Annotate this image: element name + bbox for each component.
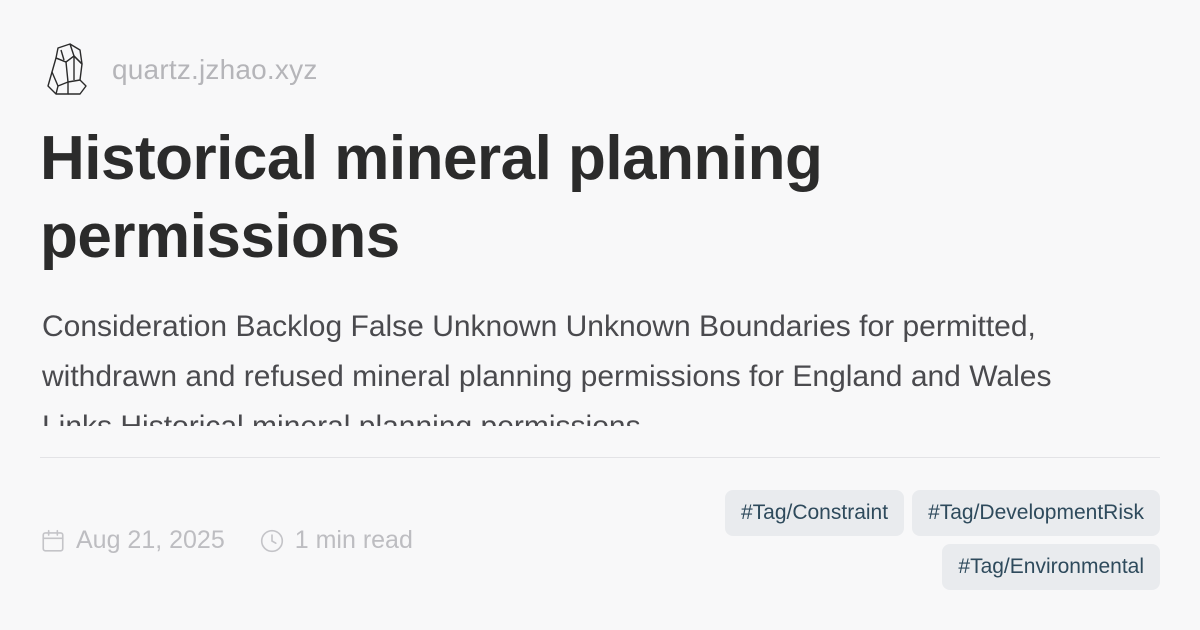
page-title: Historical mineral planning permissions xyxy=(40,124,823,271)
reading-time: 1 min read xyxy=(294,526,413,554)
reading-time-meta: 1 min read xyxy=(259,526,413,555)
tag-list: #Tag/Constraint #Tag/DevelopmentRisk #Ta… xyxy=(640,490,1160,590)
site-header: quartz.jzhao.xyz xyxy=(44,40,318,100)
publish-date: Aug 21, 2025 xyxy=(76,526,225,554)
site-name[interactable]: quartz.jzhao.xyz xyxy=(112,54,318,86)
date-meta: Aug 21, 2025 xyxy=(40,526,225,555)
divider xyxy=(40,457,1160,458)
tag-environmental[interactable]: #Tag/Environmental xyxy=(942,544,1160,590)
clock-icon xyxy=(260,529,283,552)
tag-constraint[interactable]: #Tag/Constraint xyxy=(724,490,905,536)
crystal-logo-icon[interactable] xyxy=(44,42,92,98)
tag-development-risk[interactable]: #Tag/DevelopmentRisk xyxy=(912,490,1160,536)
page-meta: Aug 21, 2025 1 min read xyxy=(40,526,413,555)
page-description: Consideration Backlog False Unknown Unkn… xyxy=(42,310,1052,426)
calendar-icon xyxy=(42,529,64,552)
